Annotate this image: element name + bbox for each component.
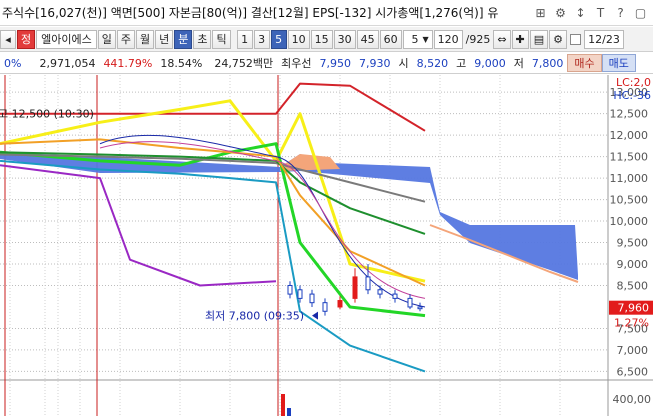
trade-amount: 24,752백만 [214, 57, 274, 70]
period-week-button[interactable]: 주 [116, 29, 135, 49]
candle-body [287, 284, 293, 295]
y-axis: 13,00012,50012,00011,50011,00010,50010,0… [607, 75, 649, 416]
current-price-label: 7,960 [618, 302, 650, 315]
price-info-bar: 0% 2,971,054 441.79% 18.54% 24,752백만 최우선… [0, 53, 653, 74]
interval-select-value: 5 [411, 32, 419, 46]
open-value: 8,520 [416, 56, 449, 70]
candle-body [322, 302, 328, 312]
date-checkbox[interactable] [570, 33, 582, 45]
volume-ratio: 441.79% [103, 56, 153, 70]
chevron-down-icon: ▼ [422, 34, 429, 44]
page-total: /925 [465, 32, 491, 46]
y-tick-label: 7,000 [617, 344, 649, 357]
low-annotation: 최저 7,800 (09:35) [205, 310, 304, 323]
best-quote-label: 최우선 [281, 57, 312, 70]
stock-info-bar: 주식수[16,027(천)] 액면[500] 자본금[80(억)] 결산[12월… [0, 0, 653, 26]
interval-10-button[interactable]: 10 [287, 29, 310, 49]
pin-icon[interactable]: ↕ [572, 4, 589, 21]
help-icon[interactable]: ? [612, 4, 629, 21]
low-label: 저 [513, 57, 524, 70]
period-year-button[interactable]: 년 [155, 29, 174, 49]
candle-body [337, 300, 343, 308]
header-icon-group: ⊞ ⚙ ↕ T ? ▢ [532, 4, 649, 21]
interval-30-button[interactable]: 30 [333, 29, 356, 49]
stock-name-field[interactable]: 엘아이에스 [36, 29, 97, 49]
turnover-rate: 18.54% [160, 56, 203, 70]
date-input[interactable]: 12/23 [584, 29, 625, 49]
gear-icon[interactable]: ⚙ [552, 4, 569, 21]
candle-body [309, 293, 315, 304]
y-tick-label: 11,500 [610, 151, 649, 164]
hc-label: HC:-36 [613, 89, 651, 102]
candle-body [365, 276, 371, 291]
interval-45-button[interactable]: 45 [356, 29, 379, 49]
volume-bar [287, 408, 291, 416]
period-second-button[interactable]: 초 [193, 29, 212, 49]
high-label: 고 [456, 57, 467, 70]
high-annotation: 고 12,500 (10:30) [0, 108, 94, 121]
open-label: 시 [398, 57, 409, 70]
candle-body [297, 289, 303, 299]
y-tick-label: 10,000 [610, 215, 649, 228]
best-ask-value: 7,950 [319, 56, 351, 70]
lc-label: LC:2,0 [616, 76, 651, 89]
zoom-icon[interactable]: ⇔ [493, 29, 511, 49]
buy-button[interactable]: 매수 [567, 54, 602, 72]
pct-cut: 0% [4, 56, 22, 70]
y-tick-label: 9,500 [617, 237, 649, 250]
y-tick-label: 12,500 [610, 108, 649, 121]
interval-select[interactable]: 5 ▼ [402, 29, 433, 49]
y-tick-label: 10,500 [610, 194, 649, 207]
price-chart[interactable]: 13,000 12,500 12,000 11,500 11,000 10,500 10,0… [0, 75, 653, 416]
y-tick-label: 9,000 [617, 258, 649, 271]
period-minute-button[interactable]: 분 [174, 29, 193, 49]
interval-3-button[interactable]: 3 [253, 29, 270, 49]
interval-5-button[interactable]: 5 [270, 29, 287, 49]
save-icon[interactable]: ▤ [529, 29, 549, 49]
page-count-input[interactable]: 120 [433, 29, 463, 49]
period-day-button[interactable]: 일 [97, 29, 116, 49]
scroll-left-icon[interactable]: ◂ [0, 29, 16, 49]
volume-value: 2,971,054 [39, 56, 96, 70]
crosshair-icon[interactable]: ✚ [511, 29, 529, 49]
candle-body [377, 289, 383, 295]
volume-bar [281, 394, 285, 416]
volume-tick-label: 400,00 [613, 393, 652, 406]
candle-body [417, 306, 423, 310]
high-value: 9,000 [474, 56, 506, 70]
low-value: 7,800 [531, 56, 564, 70]
text-icon[interactable]: T [592, 4, 609, 21]
y-tick-label: 12,000 [610, 129, 649, 142]
stock-badge[interactable]: 정 [17, 29, 36, 49]
chart-toolbar: ◂ 정 엘아이에스 일 주 월 년 분 초 틱 1 3 5 10 15 30 4… [0, 27, 653, 52]
interval-60-button[interactable]: 60 [379, 29, 402, 49]
candle-body [392, 293, 398, 299]
candle-body [407, 297, 413, 308]
sell-button[interactable]: 매도 [601, 54, 636, 72]
candle-body [352, 276, 358, 299]
y-tick-label: 11,000 [610, 172, 649, 185]
settings-icon[interactable]: ⚙ [549, 29, 568, 49]
interval-1-button[interactable]: 1 [236, 29, 253, 49]
price-chart-svg: 13,00012,50012,00011,50011,00010,50010,0… [0, 75, 653, 416]
window-icon[interactable]: ▢ [632, 4, 649, 21]
current-change-label: 1.27% [614, 317, 649, 330]
period-tick-button[interactable]: 틱 [212, 29, 231, 49]
grid-icon[interactable]: ⊞ [532, 4, 549, 21]
stock-info-text: 주식수[16,027(천)] 액면[500] 자본금[80(억)] 결산[12월… [2, 6, 499, 20]
y-tick-label: 6,500 [617, 365, 649, 378]
period-month-button[interactable]: 월 [135, 29, 155, 49]
y-tick-label: 8,500 [617, 279, 649, 292]
interval-15-button[interactable]: 15 [310, 29, 333, 49]
best-bid-value: 7,930 [358, 56, 391, 70]
